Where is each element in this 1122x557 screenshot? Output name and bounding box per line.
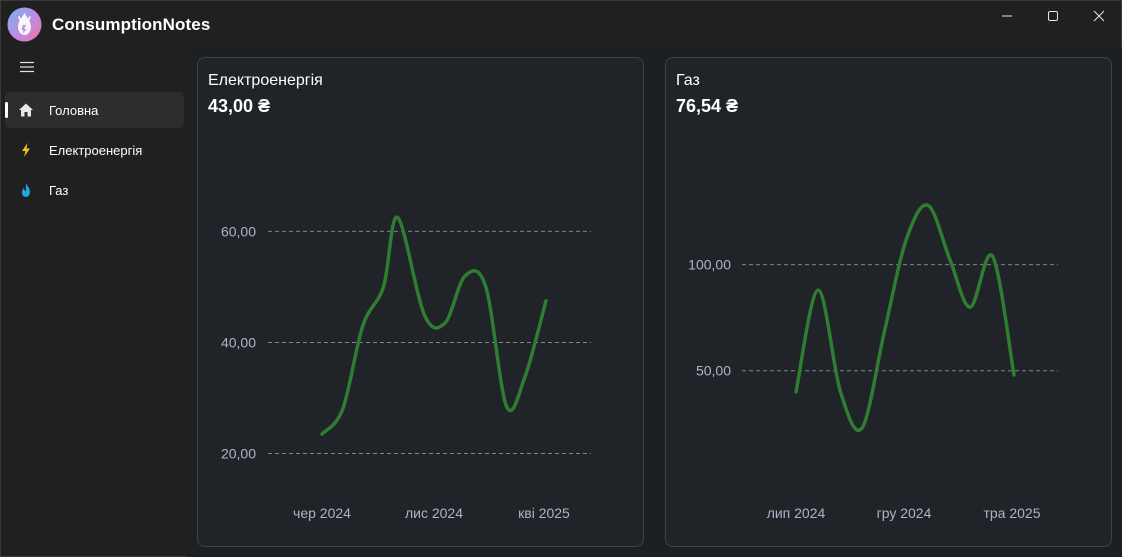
- menu-toggle-button[interactable]: [15, 59, 39, 79]
- active-indicator: [5, 102, 8, 118]
- sidebar: Головна Електроенергія Газ: [1, 47, 187, 557]
- x-tick-label: гру 2024: [877, 505, 932, 521]
- close-icon: [1093, 9, 1105, 27]
- app-logo-icon: [7, 7, 42, 42]
- sidebar-item-home[interactable]: Головна: [5, 92, 184, 128]
- x-tick-label: лип 2024: [767, 505, 826, 521]
- sidebar-item-gas[interactable]: Газ: [5, 172, 184, 208]
- y-tick-label: 50,00: [696, 363, 731, 379]
- lightning-icon: [17, 141, 35, 159]
- gas-card[interactable]: Газ 76,54 ₴ 50,00 100,00 лип 2024 гру 2024 т…: [665, 57, 1112, 547]
- x-tick-label: тра 2025: [983, 505, 1040, 521]
- maximize-icon: [1047, 9, 1059, 27]
- minimize-button[interactable]: [984, 1, 1030, 35]
- series-line: [320, 215, 548, 436]
- series-line: [794, 203, 1016, 432]
- gas-chart: 50,00 100,00 лип 2024 гру 2024 тра 2025: [688, 203, 1058, 521]
- hamburger-icon: [19, 60, 35, 79]
- app-window: ConsumptionNotes Головна Електроенергія …: [0, 0, 1122, 557]
- title-bar: ConsumptionNotes: [1, 1, 1121, 47]
- home-icon: [17, 101, 35, 119]
- electricity-chart: 20,00 40,00 60,00 чер 2024 лис 2024 кві 2025: [221, 215, 591, 521]
- x-tick-label: чер 2024: [293, 505, 351, 521]
- maximize-button[interactable]: [1030, 1, 1076, 35]
- sidebar-item-label: Газ: [49, 183, 69, 198]
- y-tick-label: 20,00: [221, 446, 256, 462]
- x-tick-label: кві 2025: [518, 505, 570, 521]
- y-tick-label: 60,00: [221, 223, 256, 239]
- sidebar-item-electricity[interactable]: Електроенергія: [5, 132, 184, 168]
- electricity-card[interactable]: Електроенергія 43,00 ₴ 20,00 40,00 60,00 че…: [197, 57, 644, 547]
- sidebar-item-label: Електроенергія: [49, 143, 143, 158]
- app-title: ConsumptionNotes: [52, 15, 211, 34]
- y-tick-label: 40,00: [221, 334, 256, 350]
- main-content: Електроенергія 43,00 ₴ 20,00 40,00 60,00 че…: [187, 47, 1122, 557]
- sidebar-item-label: Головна: [49, 103, 99, 118]
- minimize-icon: [1001, 9, 1013, 27]
- y-tick-label: 100,00: [688, 257, 731, 273]
- flame-icon: [17, 181, 35, 199]
- x-tick-label: лис 2024: [405, 505, 463, 521]
- close-button[interactable]: [1076, 1, 1122, 35]
